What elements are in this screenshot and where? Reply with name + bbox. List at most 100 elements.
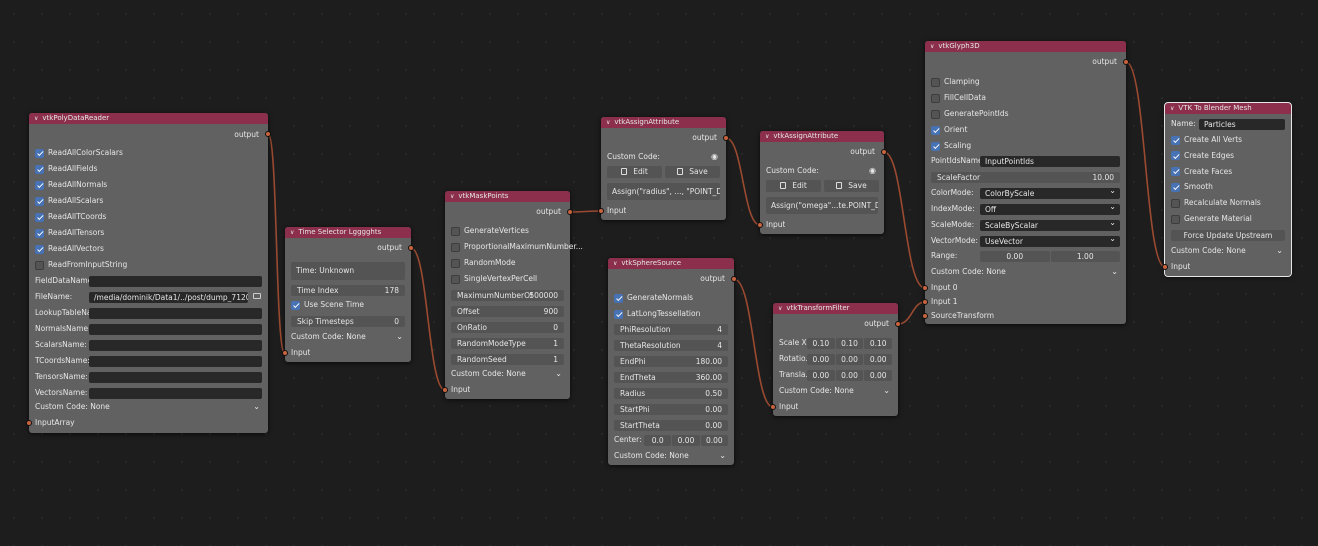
force-update-upstream-button[interactable]: Force Update Upstream bbox=[1171, 229, 1285, 241]
tensorsname-input[interactable] bbox=[89, 371, 262, 383]
onratio-field[interactable]: OnRatio 0 bbox=[451, 321, 564, 333]
singlevertexpercell-checkbox[interactable] bbox=[451, 274, 460, 284]
input-socket[interactable] bbox=[1162, 264, 1168, 270]
input-1-socket[interactable] bbox=[922, 299, 928, 305]
collapse-chevron-icon[interactable]: ∨ bbox=[778, 305, 782, 312]
folder-icon[interactable] bbox=[253, 292, 261, 299]
input-socket[interactable] bbox=[26, 420, 32, 426]
output-socket[interactable] bbox=[408, 245, 414, 251]
readallfields-checkbox[interactable] bbox=[35, 164, 44, 174]
scalarsname-input[interactable] bbox=[89, 339, 262, 351]
readallscalars-checkbox[interactable] bbox=[35, 196, 44, 206]
generate-material-checkbox[interactable] bbox=[1171, 214, 1180, 224]
readalltcoords-checkbox[interactable] bbox=[35, 212, 44, 222]
input-socket[interactable] bbox=[770, 404, 776, 410]
vectorsname-input[interactable] bbox=[89, 387, 262, 399]
input-0-socket[interactable] bbox=[922, 285, 928, 291]
center-vector[interactable]: 0.0 0.00 0.00 bbox=[644, 434, 728, 446]
input-socket[interactable] bbox=[598, 208, 604, 214]
phiresolution-field[interactable]: PhiResolution 4 bbox=[614, 323, 728, 335]
transla-vector[interactable]: 0.00 0.00 0.00 bbox=[807, 369, 893, 381]
proportionalmaximumnumber-checkbox[interactable] bbox=[451, 242, 460, 252]
thetaresolution-field[interactable]: ThetaResolution 4 bbox=[614, 339, 728, 351]
node-vtk-glyph3d[interactable]: ∨ vtkGlyph3D output Clamping FillCellData G… bbox=[922, 41, 1129, 324]
node-vtk-mask-points[interactable]: ∨ vtkMaskPoints output GenerateVertices Pr… bbox=[442, 191, 583, 399]
output-socket[interactable] bbox=[723, 135, 729, 141]
startphi-field[interactable]: StartPhi 0.00 bbox=[614, 403, 728, 415]
output-socket[interactable] bbox=[1123, 59, 1129, 65]
create-faces-checkbox[interactable] bbox=[1171, 167, 1180, 177]
generatenormals-checkbox[interactable] bbox=[614, 293, 623, 303]
collapse-chevron-icon[interactable]: ∨ bbox=[34, 115, 38, 122]
scaling-checkbox[interactable] bbox=[931, 141, 940, 151]
source-transform-socket[interactable] bbox=[922, 313, 928, 319]
node-header[interactable]: ∨ vtkSphereSource bbox=[608, 258, 734, 269]
maximumnumberof-field[interactable]: MaximumNumberOf 500000 bbox=[451, 289, 564, 301]
smooth-checkbox[interactable] bbox=[1171, 182, 1180, 192]
skip-timesteps-field[interactable]: Skip Timesteps 0 bbox=[291, 315, 405, 327]
offset-field[interactable]: Offset 900 bbox=[451, 305, 564, 317]
starttheta-field[interactable]: StartTheta 0.00 bbox=[614, 419, 728, 431]
input-socket[interactable] bbox=[757, 222, 763, 228]
collapse-chevron-icon[interactable]: ∨ bbox=[606, 119, 610, 126]
node-vtk-transform-filter[interactable]: ∨ vtkTransformFilter output Scale X... 0.1… bbox=[770, 303, 901, 416]
scale-x-vector[interactable]: 0.10 0.10 0.10 bbox=[807, 337, 893, 349]
save-button[interactable]: Save bbox=[824, 180, 879, 192]
latlongtessellation-checkbox[interactable] bbox=[614, 309, 623, 319]
edit-button[interactable]: Edit bbox=[607, 166, 662, 178]
name-input[interactable]: Particles bbox=[1199, 118, 1285, 130]
node-vtk-to-blender-mesh[interactable]: ∨ VTK To Blender Mesh Name: Particles Crea… bbox=[1162, 102, 1292, 277]
range-max[interactable]: 1.00 bbox=[1050, 250, 1120, 262]
collapse-chevron-icon[interactable]: ∨ bbox=[450, 193, 454, 200]
input-socket[interactable] bbox=[442, 387, 448, 393]
node-header[interactable]: ∨ VTK To Blender Mesh bbox=[1165, 103, 1291, 114]
expand-icon[interactable]: ⌄ bbox=[1276, 245, 1283, 257]
center-y[interactable]: 0.00 bbox=[672, 434, 700, 446]
readfrominputstring-checkbox[interactable] bbox=[35, 260, 44, 270]
collapse-chevron-icon[interactable]: ∨ bbox=[1170, 105, 1174, 112]
create-edges-checkbox[interactable] bbox=[1171, 151, 1180, 161]
edit-button[interactable]: Edit bbox=[766, 180, 821, 192]
expand-icon[interactable]: ⌄ bbox=[396, 331, 403, 343]
scalemode-dropdown[interactable]: ScaleByScalar bbox=[980, 217, 1120, 231]
node-header[interactable]: ∨ vtkGlyph3D bbox=[925, 41, 1126, 52]
vector-component[interactable]: 0.10 bbox=[835, 337, 864, 349]
expand-icon[interactable]: ⌄ bbox=[555, 368, 562, 380]
output-socket[interactable] bbox=[265, 131, 271, 137]
node-vtk-sphere-source[interactable]: ∨ vtkSphereSource output GenerateNormals L… bbox=[608, 258, 737, 465]
collapse-chevron-icon[interactable]: ∨ bbox=[765, 133, 769, 140]
endtheta-field[interactable]: EndTheta 360.00 bbox=[614, 371, 728, 383]
expand-icon[interactable]: ⌄ bbox=[253, 401, 260, 413]
readalltensors-checkbox[interactable] bbox=[35, 228, 44, 238]
node-header[interactable]: ∨ vtkMaskPoints bbox=[445, 191, 570, 202]
radius-field[interactable]: Radius 0.50 bbox=[614, 387, 728, 399]
vector-component[interactable]: 0.00 bbox=[807, 353, 835, 365]
endphi-field[interactable]: EndPhi 180.00 bbox=[614, 355, 728, 367]
collapse-chevron-icon[interactable]: ∨ bbox=[613, 260, 617, 267]
output-socket[interactable] bbox=[895, 321, 901, 327]
expand-icon[interactable]: ⌄ bbox=[883, 385, 890, 397]
fillcelldata-checkbox[interactable] bbox=[931, 93, 940, 103]
lookuptablena-input[interactable] bbox=[89, 307, 262, 319]
recalculate-normals-checkbox[interactable] bbox=[1171, 198, 1180, 208]
use-scene-time-checkbox[interactable] bbox=[291, 300, 300, 310]
indexmode-dropdown[interactable]: Off bbox=[980, 201, 1120, 215]
create-all-verts-checkbox[interactable] bbox=[1171, 135, 1180, 145]
eye-icon[interactable]: ◉ bbox=[711, 151, 718, 163]
readallvectors-checkbox[interactable] bbox=[35, 244, 44, 254]
randommode-checkbox[interactable] bbox=[451, 258, 460, 268]
vector-component[interactable]: 0.10 bbox=[807, 337, 835, 349]
readallcolorscalars-checkbox[interactable] bbox=[35, 148, 44, 158]
node-vtk-assign-attribute-2[interactable]: ∨ vtkAssignAttribute output Custom Code: ◉… bbox=[757, 131, 887, 234]
time-index-field[interactable]: Time Index 178 bbox=[291, 284, 405, 296]
node-vtk-poly-data-reader[interactable]: ∨ vtkPolyDataReader output ReadAllColorSc… bbox=[26, 113, 271, 433]
normalsname-input[interactable] bbox=[89, 323, 262, 335]
node-header[interactable]: ∨ vtkTransformFilter bbox=[773, 303, 898, 314]
expand-icon[interactable]: ⌄ bbox=[719, 450, 726, 462]
generatepointids-checkbox[interactable] bbox=[931, 109, 940, 119]
point-ids-name-input[interactable]: InputPointIds bbox=[980, 155, 1120, 167]
collapse-chevron-icon[interactable]: ∨ bbox=[290, 229, 294, 236]
vector-component[interactable]: 0.00 bbox=[835, 369, 864, 381]
vector-component[interactable]: 0.00 bbox=[807, 369, 835, 381]
center-z[interactable]: 0.00 bbox=[700, 434, 728, 446]
